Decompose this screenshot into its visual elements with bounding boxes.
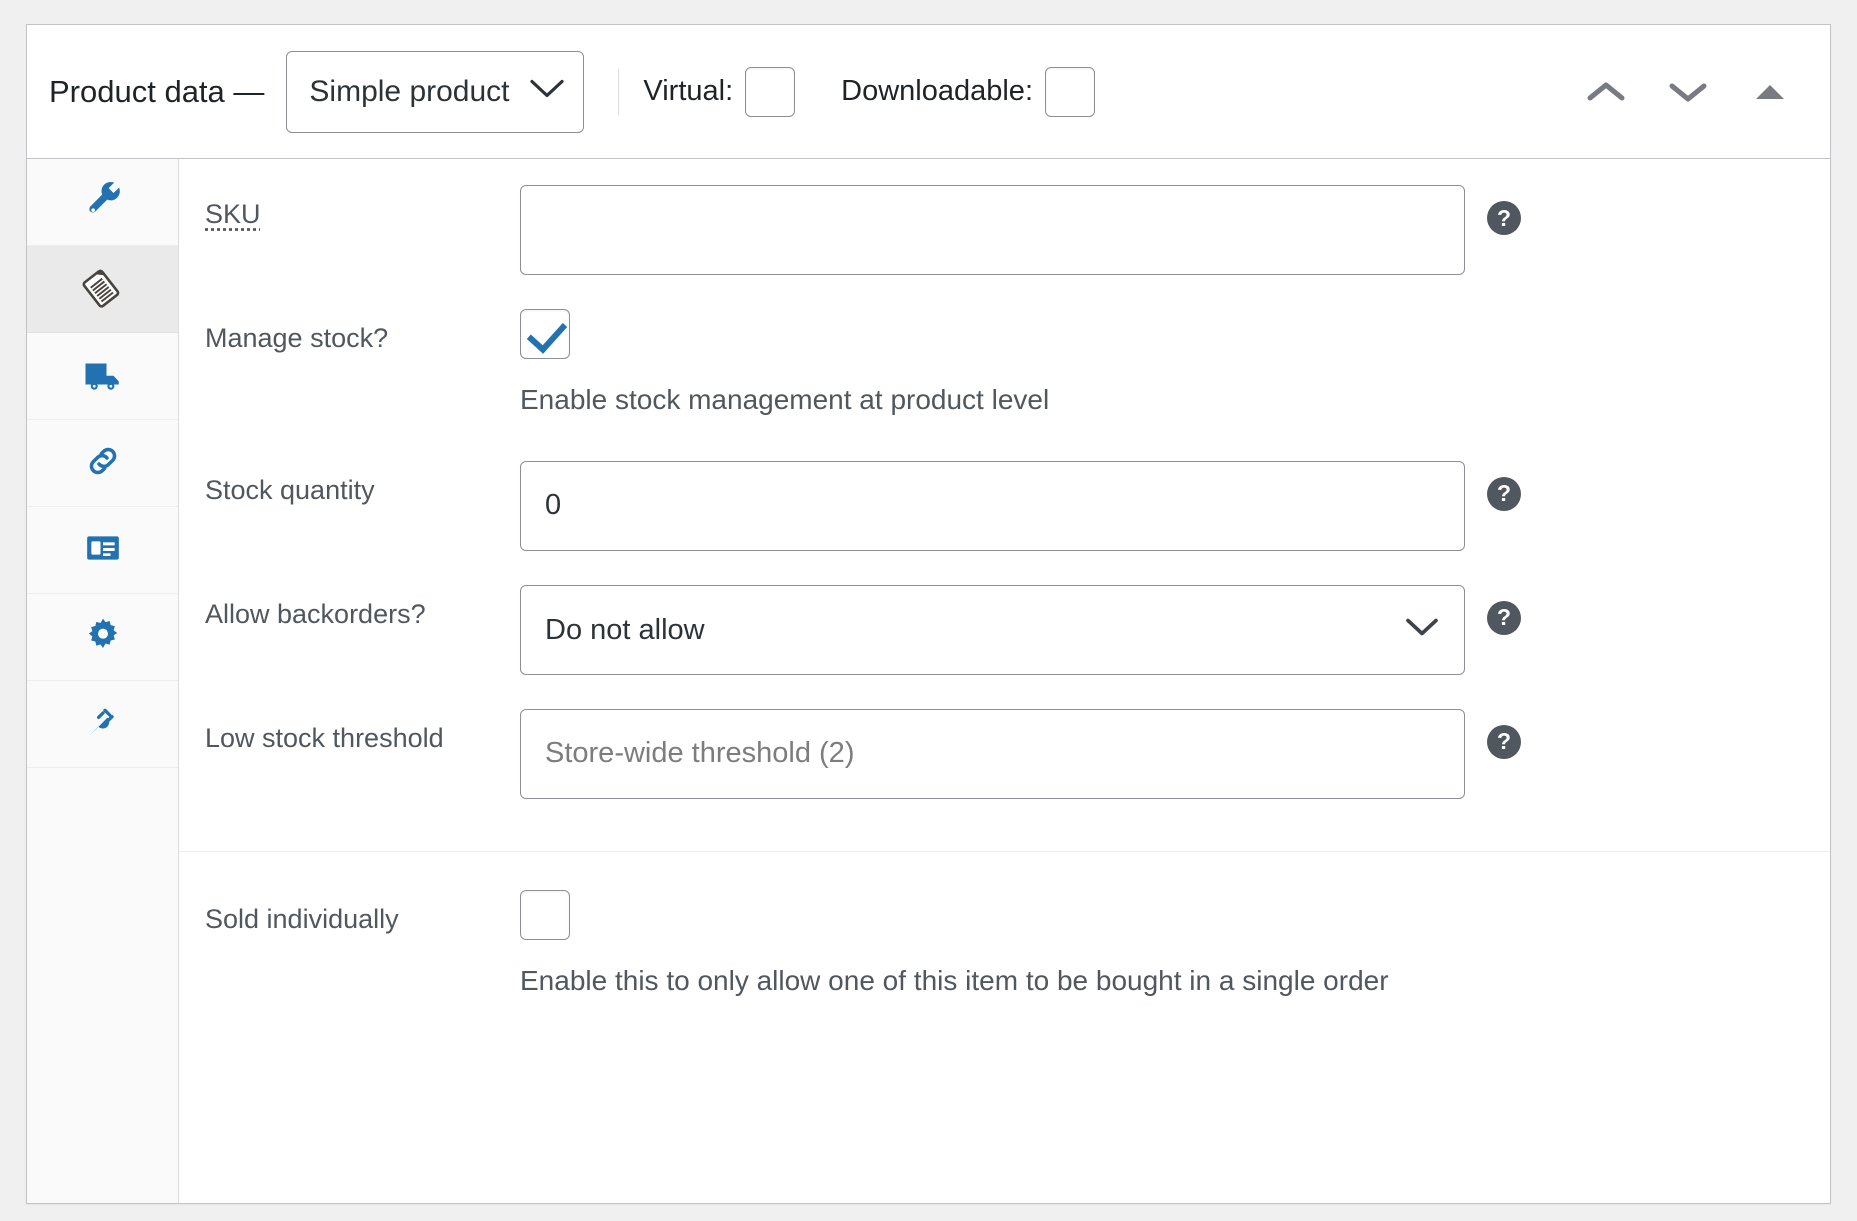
virtual-field: Virtual:: [643, 66, 796, 117]
move-up-button[interactable]: [1580, 66, 1632, 118]
downloadable-checkbox[interactable]: [1045, 66, 1095, 117]
sku-input[interactable]: [520, 185, 1465, 275]
tab-shipping[interactable]: [27, 333, 178, 420]
sku-label: SKU: [205, 199, 261, 229]
attributes-list-icon: [83, 528, 123, 573]
inventory-fields: SKU ? Manage stock? Enable stock managem…: [179, 159, 1830, 1203]
inventory-tag-icon: [81, 266, 124, 313]
low-stock-threshold-input[interactable]: [520, 708, 1465, 799]
sold-individually-label: Sold individually: [205, 903, 399, 934]
downloadable-label: Downloadable:: [841, 75, 1033, 107]
manage-stock-control: Enable stock management at product level: [520, 309, 1049, 419]
product-data-header: Product data — Simple product Virtual: D…: [27, 25, 1830, 159]
header-divider: [618, 68, 620, 115]
backorders-row: Allow backorders? Do not allow ?: [179, 584, 1830, 675]
low-stock-threshold-help-icon[interactable]: ?: [1487, 724, 1521, 759]
downloadable-field: Downloadable:: [841, 66, 1095, 117]
sold-individually-checkbox[interactable]: [520, 889, 570, 940]
stock-quantity-control: ?: [520, 460, 1521, 551]
manage-stock-checkbox[interactable]: [520, 309, 570, 359]
virtual-label: Virtual:: [643, 75, 734, 107]
tab-attributes[interactable]: [27, 507, 178, 594]
sku-row: SKU ?: [179, 185, 1830, 275]
product-type-select[interactable]: Simple product: [286, 50, 585, 133]
low-stock-threshold-row: Low stock threshold ?: [179, 708, 1830, 799]
backorders-control: Do not allow ?: [520, 584, 1521, 675]
page-title: Product data —: [49, 73, 265, 109]
tab-general[interactable]: [27, 159, 178, 246]
stock-quantity-row: Stock quantity ?: [179, 460, 1830, 551]
low-stock-threshold-control: ?: [520, 708, 1521, 799]
sold-individually-control: Enable this to only allow one of this it…: [520, 889, 1389, 1000]
tab-linked-products[interactable]: [27, 420, 178, 507]
sku-control: ?: [520, 185, 1521, 275]
sold-individually-description: Enable this to only allow one of this it…: [520, 964, 1389, 996]
inventory-secondary-group: Sold individually Enable this to only al…: [179, 850, 1830, 1000]
backorders-select[interactable]: Do not allow: [520, 584, 1465, 675]
backorders-select-wrapper: Do not allow: [520, 584, 1465, 675]
sku-help-icon[interactable]: ?: [1487, 201, 1521, 235]
truck-icon: [82, 353, 124, 400]
tab-inventory[interactable]: [27, 246, 178, 333]
manage-stock-label: Manage stock?: [205, 323, 389, 353]
manage-stock-row: Manage stock? Enable stock management at…: [179, 309, 1830, 419]
stock-quantity-label: Stock quantity: [205, 474, 375, 505]
link-icon: [83, 441, 123, 486]
sold-individually-row: Sold individually Enable this to only al…: [179, 889, 1830, 1000]
gear-icon: [83, 615, 123, 660]
tab-advanced[interactable]: [27, 594, 178, 681]
product-data-tabs: [27, 159, 179, 1203]
plug-icon: [83, 702, 123, 747]
wrench-icon: [83, 180, 123, 225]
product-data-panel: Product data — Simple product Virtual: D…: [26, 24, 1831, 1204]
stock-quantity-input[interactable]: [520, 460, 1465, 551]
panel-order-actions: [1580, 66, 1802, 118]
stock-quantity-help-icon[interactable]: ?: [1487, 476, 1521, 511]
backorders-label: Allow backorders?: [205, 598, 426, 629]
tab-get-more-options[interactable]: [27, 681, 178, 768]
manage-stock-description: Enable stock management at product level: [520, 384, 1050, 415]
inventory-primary-group: SKU ? Manage stock? Enable stock managem…: [179, 159, 1830, 825]
product-data-body: SKU ? Manage stock? Enable stock managem…: [27, 159, 1830, 1203]
move-down-button[interactable]: [1662, 66, 1714, 118]
low-stock-threshold-label: Low stock threshold: [205, 722, 444, 753]
product-type-select-wrapper: Simple product: [286, 50, 585, 133]
backorders-help-icon[interactable]: ?: [1487, 600, 1521, 635]
virtual-checkbox[interactable]: [745, 66, 796, 117]
toggle-panel-button[interactable]: [1744, 66, 1796, 118]
